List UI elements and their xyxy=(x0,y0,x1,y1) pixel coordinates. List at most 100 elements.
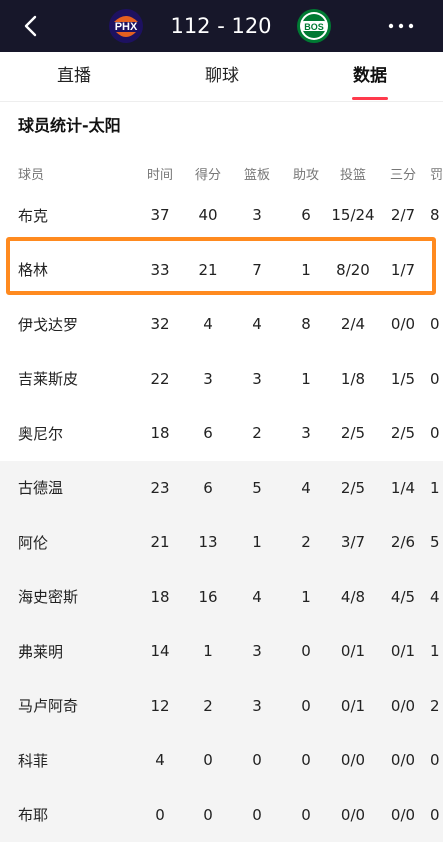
stat-points: 3 xyxy=(203,369,213,388)
stat-minutes: 14 xyxy=(150,642,170,661)
active-tab-indicator xyxy=(352,97,388,100)
stat-three-pointers: 0/0 xyxy=(390,696,416,715)
stat-free-throws: 0 xyxy=(430,805,440,824)
stat-minutes: 21 xyxy=(150,533,170,552)
stat-three-pointers: 2/7 xyxy=(390,206,416,225)
stat-assists: 1 xyxy=(301,369,311,388)
section-title: 球员统计-太阳 xyxy=(18,116,121,135)
back-arrow-icon[interactable] xyxy=(18,12,46,40)
stat-three-pointers: 2/5 xyxy=(390,424,416,443)
stat-assists: 3 xyxy=(301,424,311,443)
stat-assists: 0 xyxy=(301,805,311,824)
stat-field-goals: 2/5 xyxy=(340,478,366,497)
stat-three-pointers: 1/4 xyxy=(390,478,416,497)
stat-assists: 4 xyxy=(301,478,311,497)
stat-three-pointers: 0/0 xyxy=(390,751,416,770)
game-score: 112 - 120 xyxy=(170,14,272,38)
table-row[interactable]: 海史密斯 18 16 4 1 4/8 4/5 4 xyxy=(0,569,443,625)
stat-points: 16 xyxy=(198,587,218,606)
svg-text:PHX: PHX xyxy=(115,21,138,33)
stat-free-throws: 1 xyxy=(430,478,440,497)
stat-rebounds: 3 xyxy=(252,369,262,388)
player-name[interactable]: 阿伦 xyxy=(18,515,48,570)
table-row[interactable]: 布克 37 40 3 6 15/24 2/7 8 xyxy=(0,188,443,243)
stat-three-pointers: 1/5 xyxy=(390,369,416,388)
stat-rebounds: 3 xyxy=(252,642,262,661)
table-row[interactable]: 阿伦 21 13 1 2 3/7 2/6 5 xyxy=(0,515,443,570)
stat-rebounds: 0 xyxy=(252,805,262,824)
stat-field-goals: 3/7 xyxy=(340,533,366,552)
stat-rebounds: 0 xyxy=(252,751,262,770)
table-row[interactable]: 吉莱斯皮 22 3 3 1 1/8 1/5 0 xyxy=(0,352,443,407)
stat-field-goals: 15/24 xyxy=(331,206,375,225)
stat-free-throws: 4 xyxy=(430,587,440,606)
stat-assists: 0 xyxy=(301,642,311,661)
player-name[interactable]: 伊戈达罗 xyxy=(18,297,78,352)
player-name[interactable]: 弗莱明 xyxy=(18,624,63,679)
stat-three-pointers: 0/1 xyxy=(390,642,416,661)
stat-free-throws: 0 xyxy=(430,751,440,770)
stat-minutes: 18 xyxy=(150,587,170,606)
stat-field-goals: 0/1 xyxy=(340,642,366,661)
stat-rebounds: 3 xyxy=(252,696,262,715)
stat-field-goals: 0/0 xyxy=(340,805,366,824)
tab-stats[interactable]: 数据 xyxy=(320,52,420,102)
stat-free-throws: 0 xyxy=(430,315,440,334)
stat-minutes: 0 xyxy=(155,805,165,824)
table-row[interactable]: 科菲 4 0 0 0 0/0 0/0 0 xyxy=(0,733,443,788)
stat-free-throws: 2 xyxy=(430,696,440,715)
table-row[interactable]: 古德温 23 6 5 4 2/5 1/4 1 xyxy=(0,460,443,516)
stat-minutes: 32 xyxy=(150,315,170,334)
stat-field-goals: 2/5 xyxy=(340,424,366,443)
stat-minutes: 18 xyxy=(150,424,170,443)
stat-three-pointers: 0/0 xyxy=(390,315,416,334)
player-name[interactable]: 马卢阿奇 xyxy=(18,679,78,734)
table-row[interactable]: 奥尼尔 18 6 2 3 2/5 2/5 0 xyxy=(0,406,443,461)
stat-points: 0 xyxy=(203,751,213,770)
stat-three-pointers: 4/5 xyxy=(390,587,416,606)
phx-team-logo-icon[interactable]: PHX xyxy=(108,8,144,44)
more-options-icon[interactable] xyxy=(383,14,419,38)
stat-minutes: 22 xyxy=(150,369,170,388)
stat-field-goals: 1/8 xyxy=(340,369,366,388)
player-name[interactable]: 布克 xyxy=(18,188,48,243)
game-header: PHX 112 - 120 BOS xyxy=(0,0,443,52)
stat-points: 0 xyxy=(203,805,213,824)
stat-free-throws: 1 xyxy=(430,642,440,661)
player-name[interactable]: 吉莱斯皮 xyxy=(18,352,78,407)
table-row[interactable]: 弗莱明 14 1 3 0 0/1 0/1 1 xyxy=(0,624,443,679)
stat-assists: 0 xyxy=(301,751,311,770)
stat-rebounds: 5 xyxy=(252,478,262,497)
player-name[interactable]: 科菲 xyxy=(18,733,48,788)
stat-points: 40 xyxy=(198,206,218,225)
stat-field-goals: 2/4 xyxy=(340,315,366,334)
stat-three-pointers: 2/6 xyxy=(390,533,416,552)
stat-points: 6 xyxy=(203,424,213,443)
stat-free-throws: 5 xyxy=(430,533,440,552)
stat-rebounds: 4 xyxy=(252,587,262,606)
player-name[interactable]: 古德温 xyxy=(18,461,63,516)
stat-free-throws: 0 xyxy=(430,424,440,443)
stat-rebounds: 2 xyxy=(252,424,262,443)
tab-chat[interactable]: 聊球 xyxy=(172,52,272,102)
stat-field-goals: 4/8 xyxy=(340,587,366,606)
bos-team-logo-icon[interactable]: BOS xyxy=(296,8,332,44)
stat-minutes: 37 xyxy=(150,206,170,225)
svg-text:BOS: BOS xyxy=(304,22,324,32)
tab-bar: 直播 聊球 数据 xyxy=(0,52,443,102)
stat-field-goals: 0/0 xyxy=(340,751,366,770)
stat-assists: 2 xyxy=(301,533,311,552)
table-row[interactable]: 布耶 0 0 0 0 0/0 0/0 0 xyxy=(0,787,443,843)
stat-assists: 8 xyxy=(301,315,311,334)
player-name[interactable]: 奥尼尔 xyxy=(18,406,63,461)
table-row[interactable]: 伊戈达罗 32 4 4 8 2/4 0/0 0 xyxy=(0,297,443,352)
player-name[interactable]: 布耶 xyxy=(18,788,48,843)
tab-live[interactable]: 直播 xyxy=(24,52,124,102)
stat-points: 2 xyxy=(203,696,213,715)
stat-rebounds: 1 xyxy=(252,533,262,552)
stat-free-throws: 0 xyxy=(430,369,440,388)
player-name[interactable]: 海史密斯 xyxy=(18,570,78,625)
stat-minutes: 23 xyxy=(150,478,170,497)
stat-points: 13 xyxy=(198,533,218,552)
table-row[interactable]: 马卢阿奇 12 2 3 0 0/1 0/0 2 xyxy=(0,678,443,734)
